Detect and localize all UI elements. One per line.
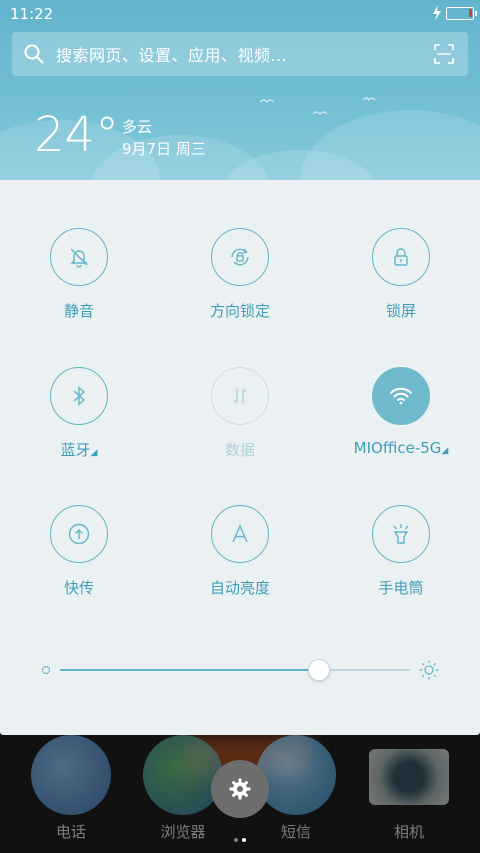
- toggle-quick-transfer-button[interactable]: [50, 505, 108, 563]
- toggle-auto-brightness[interactable]: 自动亮度: [170, 505, 310, 598]
- phone-icon: [31, 735, 111, 815]
- search-bar[interactable]: 搜索网页、设置、应用、视频...: [12, 32, 468, 76]
- toggle-auto-brightness-button[interactable]: [211, 505, 269, 563]
- temperature: 24°: [34, 107, 120, 163]
- toggle-mobile-data[interactable]: 数据: [170, 367, 310, 460]
- toggle-rotation-lock-button[interactable]: [211, 228, 269, 286]
- toggle-label: 手电筒: [378, 579, 424, 597]
- dock-app-camera[interactable]: 相机: [364, 735, 454, 842]
- bell-off-icon: [70, 248, 88, 268]
- bird-decoration: [259, 97, 376, 115]
- page-indicator: [232, 827, 252, 842]
- toggle-silent[interactable]: 静音: [9, 228, 149, 321]
- quick-settings-panel: 静音 方向锁定 锁屏 蓝牙◢ 数据 MIOffice-5G◢ 快传 自动亮度 手…: [0, 180, 480, 735]
- brightness-slider[interactable]: [40, 658, 440, 682]
- toggle-wifi-button[interactable]: [372, 367, 430, 425]
- brightness-high-icon: [419, 660, 439, 680]
- toggle-flashlight-button[interactable]: [372, 505, 430, 563]
- auto-brightness-icon: [232, 524, 248, 543]
- app-label: 相机: [393, 823, 424, 841]
- weather-header: 11:22 搜索网页、设置、应用、视频... 24° 多云 9月7日 周三: [0, 0, 480, 180]
- bluetooth-icon: [73, 385, 86, 407]
- battery-icon: [446, 7, 477, 20]
- toggle-flashlight[interactable]: 手电筒: [331, 505, 471, 598]
- app-label: 电话: [55, 823, 86, 841]
- expand-triangle-icon[interactable]: ◢: [441, 446, 448, 456]
- status-bar: 11:22: [0, 0, 480, 28]
- messages-icon: [256, 735, 336, 815]
- toggle-label: 方向锁定: [209, 302, 270, 320]
- charging-icon: [433, 5, 441, 21]
- toggle-label: 蓝牙◢: [60, 441, 98, 459]
- toggle-lock-screen-button[interactable]: [372, 228, 430, 286]
- search-icon: [24, 44, 44, 64]
- toggle-quick-transfer[interactable]: 快传: [9, 505, 149, 598]
- toggle-silent-button[interactable]: [50, 228, 108, 286]
- toggle-bluetooth[interactable]: 蓝牙◢: [9, 367, 149, 460]
- toggle-label: MIOffice-5G◢: [353, 439, 449, 457]
- toggle-label: 快传: [63, 579, 94, 597]
- flashlight-icon: [393, 524, 409, 544]
- toggle-rotation-lock[interactable]: 方向锁定: [170, 228, 310, 321]
- toggle-wifi[interactable]: MIOffice-5G◢: [331, 367, 471, 457]
- app-label: 浏览器: [160, 823, 206, 841]
- brightness-low-icon: [42, 666, 50, 674]
- settings-button[interactable]: [211, 760, 269, 818]
- lock-icon: [394, 248, 408, 266]
- wifi-icon: [390, 387, 412, 405]
- camera-icon: [369, 749, 449, 805]
- upload-icon: [68, 523, 90, 545]
- browser-icon: [143, 735, 223, 815]
- data-arrows-icon: [233, 388, 247, 404]
- search-input[interactable]: 搜索网页、设置、应用、视频...: [56, 42, 287, 66]
- toggle-lock-screen[interactable]: 锁屏: [331, 228, 471, 321]
- toggle-label: 自动亮度: [209, 579, 270, 597]
- weather-date: 9月7日 周三: [122, 140, 206, 158]
- rotation-lock-icon: [231, 248, 249, 266]
- brightness-thumb[interactable]: [308, 659, 330, 681]
- toggle-label: 数据: [224, 441, 255, 459]
- expand-triangle-icon[interactable]: ◢: [91, 448, 98, 458]
- weather-condition: 多云: [122, 118, 153, 136]
- app-label: 短信: [280, 823, 311, 841]
- toggle-label: 锁屏: [385, 302, 416, 320]
- dock-app-phone[interactable]: 电话: [26, 735, 116, 842]
- gear-icon: [229, 778, 251, 800]
- toggle-bluetooth-button[interactable]: [50, 367, 108, 425]
- toggle-mobile-data-button[interactable]: [211, 367, 269, 425]
- status-time: 11:22: [10, 5, 54, 23]
- brightness-track-fill: [60, 669, 319, 671]
- scan-icon[interactable]: [434, 44, 454, 64]
- toggle-label: 静音: [63, 302, 94, 320]
